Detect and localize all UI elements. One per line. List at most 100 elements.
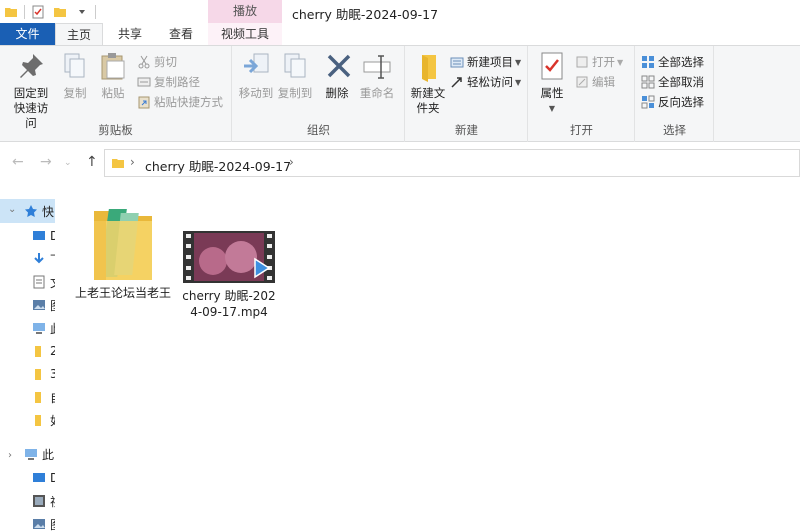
select-none-label: 全部取消	[658, 75, 704, 89]
select-all-label: 全部选择	[658, 55, 704, 69]
copy-path-button[interactable]: 复制路径	[137, 73, 200, 91]
new-group: 新建文件夹 新建项目 ▼ 轻松访问 ▼ 新建	[406, 46, 528, 142]
clipboard-group-label: 剪贴板	[98, 123, 133, 137]
delete-button[interactable]: 删除	[323, 50, 351, 101]
new-folder-button[interactable]: 新建文件夹	[408, 50, 448, 116]
breadcrumb-current[interactable]: cherry 助眠-2024-09-17	[145, 156, 291, 175]
nav-item-pictures[interactable]: 图	[0, 513, 55, 531]
open-label: 打开	[592, 55, 615, 69]
tab-home[interactable]: 主页	[55, 23, 103, 46]
properties-icon[interactable]	[31, 5, 45, 19]
invert-selection-label: 反向选择	[658, 95, 704, 109]
rename-button[interactable]: 重命名	[357, 50, 397, 101]
organize-group: 移动到 复制到 删除 重命名 组织	[233, 46, 405, 142]
nav-item-folder[interactable]: 2	[0, 340, 55, 362]
breadcrumb-chevron-icon[interactable]: ›	[130, 155, 135, 169]
properties-icon	[541, 52, 563, 80]
nav-item-folder[interactable]: 自	[0, 386, 55, 408]
scissors-icon	[138, 55, 150, 69]
new-item-button[interactable]: 新建项目 ▼	[450, 53, 521, 71]
nav-item-folder[interactable]: 如	[0, 409, 55, 431]
download-icon	[34, 253, 44, 264]
cut-button[interactable]: 剪切	[137, 53, 177, 71]
paste-shortcut-button[interactable]: 粘贴快捷方式	[137, 93, 223, 111]
delete-label: 删除	[325, 86, 349, 100]
select-none-button[interactable]: 全部取消	[641, 73, 704, 91]
invert-selection-button[interactable]: 反向选择	[641, 93, 704, 111]
nav-item-downloads[interactable]: 下	[0, 248, 55, 270]
paste-label: 粘贴	[101, 86, 125, 100]
copy-path-icon	[137, 77, 151, 87]
file-name: cherry 助眠-2024-09-17.mp4	[182, 289, 276, 319]
folder-icon	[35, 369, 41, 380]
recent-locations-icon[interactable]: ⌄	[64, 158, 72, 168]
copy-path-label: 复制路径	[154, 75, 200, 89]
copy-to-label: 复制到	[277, 86, 313, 100]
move-to-button[interactable]: 移动到	[237, 50, 275, 101]
folder-item[interactable]: 上老王论坛当老王	[75, 201, 171, 301]
picture-icon	[33, 300, 45, 310]
picture-icon	[33, 519, 45, 529]
properties-button[interactable]: 属性 ▼	[535, 50, 569, 116]
navigation-pane: ⌄ 快 D 下 文 图 此 2 3 自 如 › 此	[0, 195, 55, 531]
tab-view[interactable]: 查看	[155, 23, 207, 45]
computer-icon	[25, 449, 37, 460]
rename-label: 重命名	[359, 86, 395, 100]
nav-item-this-pc[interactable]: 此	[0, 443, 55, 465]
select-all-button[interactable]: 全部选择	[641, 53, 704, 71]
nav-item-documents[interactable]: 文	[0, 271, 55, 293]
pin-quick-access-button[interactable]: 固定到快速访问	[4, 50, 58, 131]
contextual-tab-header: 播放	[208, 0, 282, 23]
breadcrumb-chevron-icon[interactable]: ›	[289, 155, 294, 169]
nav-item-pictures[interactable]: 图	[0, 294, 55, 316]
open-icon	[576, 56, 588, 68]
divider	[95, 5, 96, 19]
copy-to-button[interactable]: 复制到	[276, 50, 314, 101]
ribbon-tabs: 文件 主页 共享 查看 视频工具	[0, 23, 800, 46]
chevron-down-icon[interactable]	[75, 5, 89, 19]
copy-to-icon	[284, 53, 306, 78]
folder-icon	[35, 415, 41, 426]
ribbon: 固定到快速访问 复制 粘贴 剪切 复制路径 粘贴快捷方式 剪贴板 移动到 复制到…	[0, 45, 800, 142]
copy-button[interactable]: 复制	[58, 50, 92, 101]
paste-icon	[101, 53, 125, 80]
copy-icon	[64, 53, 85, 78]
folder-icon	[94, 209, 152, 280]
video-file-item[interactable]: cherry 助眠-2024-09-17.mp4	[181, 231, 277, 320]
properties-label: 属性	[540, 86, 564, 100]
forward-arrow-icon[interactable]: →	[40, 154, 52, 170]
paste-button[interactable]: 粘贴	[96, 50, 130, 101]
nav-item-folder[interactable]: 3	[0, 363, 55, 385]
tab-file[interactable]: 文件	[0, 23, 55, 45]
nav-item-videos[interactable]: 视	[0, 490, 55, 512]
tab-video-tools[interactable]: 视频工具	[208, 23, 282, 45]
easy-access-icon	[451, 77, 462, 88]
folder-icon	[35, 346, 41, 357]
nav-item-quick-access[interactable]: 快	[0, 200, 55, 222]
new-folder-icon[interactable]	[53, 5, 67, 19]
open-group: 属性 ▼ 打开 ▼ 编辑 打开	[529, 46, 635, 142]
pin-icon	[20, 54, 43, 78]
open-button[interactable]: 打开 ▼	[575, 53, 623, 71]
nav-item-desktop[interactable]: D	[0, 467, 55, 489]
tab-share[interactable]: 共享	[105, 23, 155, 45]
up-arrow-icon[interactable]: ↑	[86, 154, 98, 170]
chevron-down-icon: ▼	[515, 77, 522, 87]
back-arrow-icon[interactable]: ←	[12, 154, 24, 170]
move-to-icon	[244, 53, 269, 74]
organize-group-label: 组织	[307, 123, 330, 137]
file-list: 上老王论坛当老王 cherry 助眠-2024-09-17.mp4	[55, 195, 800, 531]
video-thumbnail-icon	[183, 231, 275, 283]
select-group-label: 选择	[663, 123, 686, 137]
edit-button[interactable]: 编辑	[575, 73, 615, 91]
select-all-icon	[642, 56, 654, 68]
nav-item-this-pc-shortcut[interactable]: 此	[0, 317, 55, 339]
new-folder-icon	[422, 55, 436, 82]
file-name: 上老王论坛当老王	[75, 286, 172, 300]
title-bar: 播放 cherry 助眠-2024-09-17	[0, 0, 800, 24]
nav-item-desktop[interactable]: D	[0, 225, 55, 247]
quick-access-toolbar	[0, 3, 98, 21]
desktop-icon	[33, 231, 45, 240]
easy-access-button[interactable]: 轻松访问 ▼	[450, 73, 521, 91]
address-bar[interactable]: › cherry 助眠-2024-09-17 ›	[104, 149, 800, 177]
